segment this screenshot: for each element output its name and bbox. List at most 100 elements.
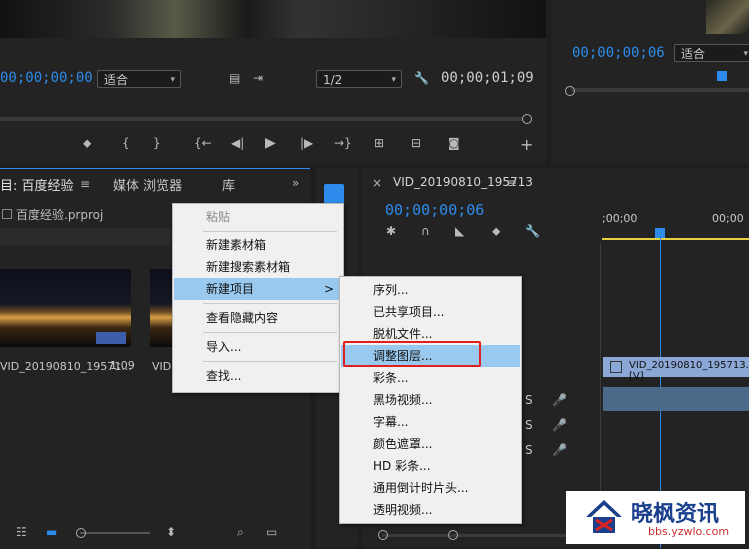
source-video-preview <box>0 0 546 38</box>
camera-icon[interactable]: ◙ <box>448 136 460 150</box>
add-button-icon[interactable]: + <box>520 137 533 153</box>
overwrite-icon[interactable]: ⊟ <box>411 136 421 150</box>
source-duration: 00;00;01;09 <box>441 70 534 86</box>
go-to-in-icon[interactable]: {← <box>194 136 212 150</box>
timeline-menu-icon[interactable]: ≡ <box>507 176 517 190</box>
tab-project[interactable]: 目: 百度经验 <box>0 175 74 194</box>
project-file-name: 百度经验.prproj <box>16 208 104 222</box>
submenu-item-bars-and-tone[interactable]: 彩条... <box>341 367 520 389</box>
submenu-item-caption[interactable]: 字幕... <box>341 411 520 433</box>
timeline-wrench-icon[interactable]: 🔧 <box>525 224 540 238</box>
new-bin-icon[interactable]: ▭ <box>266 525 277 539</box>
chevron-down-icon: ▾ <box>391 75 396 85</box>
timeline-tools: ✱ ∩ ◣ ⬥ 🔧 <box>386 224 546 238</box>
selection-tool-icon[interactable] <box>324 184 344 204</box>
go-to-out-icon[interactable]: →} <box>334 136 352 150</box>
work-area-bar[interactable] <box>602 238 749 240</box>
sort-icon[interactable]: ⬍ <box>166 525 176 539</box>
submenu-item-transparent-video[interactable]: 透明视频... <box>341 499 520 521</box>
ruler-label-1: ;00;00 <box>602 212 638 225</box>
menu-item-view-hidden[interactable]: 查看隐藏内容 <box>174 307 342 329</box>
chevron-down-icon: ▾ <box>170 75 175 85</box>
program-timecode[interactable]: 00;00;00;06 <box>572 45 665 61</box>
markers-icon[interactable]: ◣ <box>455 224 464 238</box>
audio-track-s1[interactable]: S <box>525 393 533 407</box>
close-tab-icon[interactable]: × <box>372 176 382 190</box>
mark-out-icon[interactable]: } <box>153 136 161 150</box>
zoom-value: 适合 <box>104 73 129 87</box>
menu-separator <box>203 361 337 362</box>
watermark-url: bbs.yzwlo.com <box>648 525 730 538</box>
submenu-arrow-icon: > <box>323 282 334 296</box>
menu-item-new-bin[interactable]: 新建素材箱 <box>174 234 342 256</box>
submenu-item-shared-project[interactable]: 已共享项目... <box>341 301 520 323</box>
audio-track-s3[interactable]: S <box>525 443 533 457</box>
program-start-handle[interactable] <box>565 86 575 96</box>
timeline-scroll-handle-left[interactable] <box>378 530 388 540</box>
settings-frame-icon[interactable]: ▤ <box>229 71 240 85</box>
house-logo-icon <box>584 497 624 537</box>
add-marker-icon[interactable]: ⬥ <box>492 224 500 238</box>
new-item-submenu: 序列... 已共享项目... 脱机文件... 调整图层... 彩条... 黑场视… <box>339 276 522 524</box>
zoom-dropdown[interactable]: 适合 ▾ <box>97 70 181 88</box>
play-icon[interactable]: ▶ <box>265 136 276 150</box>
overflow-tabs-icon[interactable]: » <box>292 176 299 190</box>
menu-item-new-item-label: 新建项目 <box>206 282 255 296</box>
resolution-value: 1/2 <box>323 73 343 87</box>
resolution-dropdown[interactable]: 1/2 ▾ <box>316 70 402 88</box>
watermark-logo: 晓枫资讯 bbs.yzwlo.com <box>566 491 745 544</box>
list-view-icon[interactable]: ☷ <box>16 525 27 539</box>
insert-arrow-icon[interactable]: ⇥ <box>253 71 263 85</box>
source-timecode[interactable]: 00;00;00;00 <box>0 70 93 86</box>
zoom-slider[interactable] <box>80 532 150 534</box>
menu-separator <box>203 332 337 333</box>
clip-badge-icon <box>96 332 126 344</box>
program-zoom-dropdown[interactable]: 适合 ▾ <box>674 44 749 62</box>
submenu-item-hd-bars[interactable]: HD 彩条... <box>341 455 520 477</box>
linked-selection-icon[interactable]: ∩ <box>421 224 430 238</box>
menu-item-find[interactable]: 查找... <box>174 365 342 387</box>
insert-icon[interactable]: ⊞ <box>374 136 384 150</box>
track-divider <box>600 243 601 513</box>
timeline-scroll-handle-right[interactable] <box>448 530 458 540</box>
menu-item-new-search-bin[interactable]: 新建搜索素材箱 <box>174 256 342 278</box>
scrub-end-handle[interactable] <box>522 114 532 124</box>
audio-clip[interactable] <box>603 387 749 411</box>
menu-item-paste[interactable]: 粘贴 <box>174 206 342 228</box>
annotation-highlight-box <box>343 341 481 367</box>
menu-item-import[interactable]: 导入... <box>174 336 342 358</box>
tab-media-browser[interactable]: 媒体 浏览器 <box>113 175 182 194</box>
find-icon[interactable]: ⌕ <box>237 525 244 539</box>
marker-icon[interactable]: ⬥ <box>83 136 91 150</box>
menu-item-new-item[interactable]: 新建项目 > <box>174 278 342 300</box>
zoom-slider-handle[interactable] <box>76 528 86 538</box>
fx-badge-icon <box>610 361 622 373</box>
submenu-item-countdown-leader[interactable]: 通用倒计时片头... <box>341 477 520 499</box>
timeline-playhead-icon[interactable] <box>655 228 665 238</box>
folder-icon <box>2 209 12 219</box>
program-scrub-bar[interactable] <box>571 88 749 92</box>
submenu-item-color-matte[interactable]: 颜色遮罩... <box>341 433 520 455</box>
program-monitor: 00;00;00;06 适合 ▾ <box>551 0 749 163</box>
wrench-icon[interactable]: 🔧 <box>414 71 429 85</box>
submenu-item-sequence[interactable]: 序列... <box>341 279 520 301</box>
timeline-scroll-bar[interactable] <box>382 534 582 537</box>
audio-track-s2[interactable]: S <box>525 418 533 432</box>
snap-icon[interactable]: ✱ <box>386 224 396 238</box>
tab-libraries[interactable]: 库 <box>222 175 235 194</box>
mic-icon-2[interactable]: 🎤 <box>552 418 567 432</box>
program-zoom-value: 适合 <box>681 47 706 61</box>
context-menu: 粘贴 新建素材箱 新建搜索素材箱 新建项目 > 查看隐藏内容 导入... 查找.… <box>172 203 344 393</box>
panel-menu-icon[interactable]: ≡ <box>80 177 90 191</box>
icon-view-icon[interactable]: ▬ <box>46 525 57 539</box>
project-search-bar[interactable] <box>0 228 170 246</box>
mark-in-icon[interactable]: { <box>122 136 130 150</box>
step-forward-icon[interactable]: |▶ <box>300 136 313 150</box>
step-back-icon[interactable]: ◀| <box>231 136 244 150</box>
submenu-item-black-video[interactable]: 黑场视频... <box>341 389 520 411</box>
program-playhead-icon[interactable] <box>717 71 727 81</box>
timeline-timecode[interactable]: 00;00;00;06 <box>385 201 484 219</box>
mic-icon-1[interactable]: 🎤 <box>552 393 567 407</box>
source-scrub-bar[interactable] <box>0 117 522 121</box>
mic-icon-3[interactable]: 🎤 <box>552 443 567 457</box>
